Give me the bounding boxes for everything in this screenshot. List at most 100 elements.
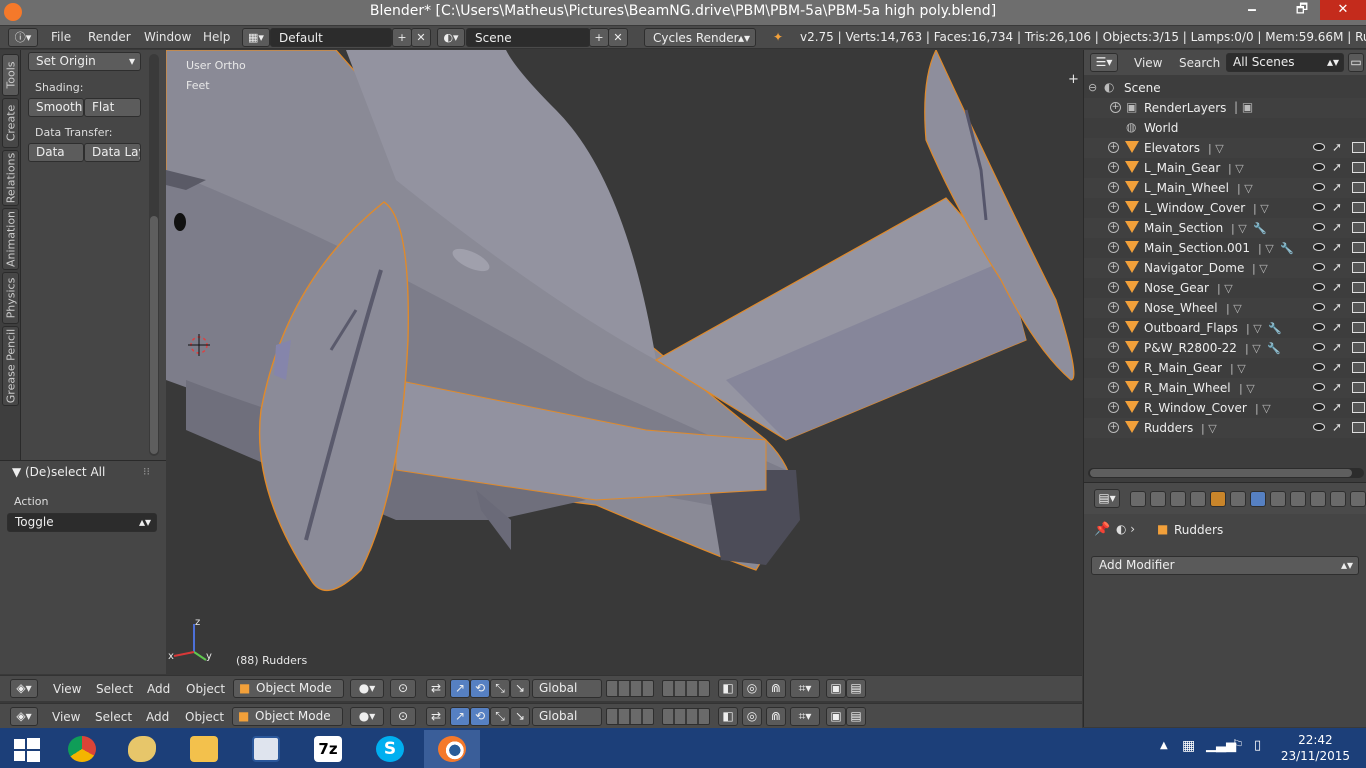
action-center-icon[interactable]: ▦ <box>1182 738 1195 754</box>
selectability-cursor-icon[interactable]: ➚ <box>1332 160 1342 174</box>
selectability-cursor-icon[interactable]: ➚ <box>1332 300 1342 314</box>
visibility-eye-icon[interactable] <box>1313 283 1325 291</box>
render-tab-icon[interactable] <box>1130 491 1146 507</box>
outliner-row-object[interactable]: + L_Main_Gear ➚ | ▽ <box>1084 158 1366 178</box>
orientation-select[interactable]: Global <box>532 679 602 698</box>
renderability-camera-icon[interactable] <box>1352 262 1365 273</box>
tab-physics[interactable]: Physics <box>2 272 19 324</box>
scene-field[interactable]: Scene <box>466 28 590 47</box>
renderability-camera-icon[interactable] <box>1352 402 1365 413</box>
taskbar-paint[interactable] <box>114 730 170 768</box>
smooth-button[interactable]: Smooth <box>28 98 84 117</box>
maximize-button[interactable]: 🗗 <box>1280 0 1324 20</box>
taskbar-7zip[interactable]: 7z <box>300 730 356 768</box>
layers-group-2[interactable] <box>662 680 710 697</box>
menu-view[interactable]: View <box>52 710 80 724</box>
visibility-eye-icon[interactable] <box>1313 403 1325 411</box>
selectability-cursor-icon[interactable]: ➚ <box>1332 360 1342 374</box>
scene-tab-icon[interactable] <box>1170 491 1186 507</box>
viewport-shading-select[interactable]: ●▾ <box>350 707 384 726</box>
editor-type-3d-icon[interactable]: ◈▾ <box>10 679 38 698</box>
search-field-icon[interactable]: ▭ <box>1348 53 1364 72</box>
tab-tools[interactable]: Tools <box>2 54 19 96</box>
texture-tab-icon[interactable] <box>1310 491 1326 507</box>
data-transfer-button[interactable]: Data <box>28 143 84 162</box>
outliner-row-object[interactable]: + Nose_Gear ➚ | ▽ <box>1084 278 1366 298</box>
renderability-camera-icon[interactable] <box>1352 422 1365 433</box>
scrollbar-thumb[interactable] <box>150 216 158 454</box>
renderability-camera-icon[interactable] <box>1352 142 1365 153</box>
screen-layout-field[interactable]: Default <box>270 28 392 47</box>
expand-icon[interactable]: + <box>1108 322 1119 333</box>
proportional-edit-icon[interactable]: ◎ <box>742 707 762 726</box>
menu-file[interactable]: File <box>51 30 71 44</box>
add-modifier-button[interactable]: Add Modifier ▴▾ <box>1091 556 1359 575</box>
minimize-button[interactable]: 🗕 <box>1230 0 1274 20</box>
outliner-row-object[interactable]: + L_Main_Wheel ➚ | ▽ <box>1084 178 1366 198</box>
mode-select[interactable]: ■ Object Mode <box>232 707 343 726</box>
start-button[interactable] <box>0 730 56 768</box>
renderability-camera-icon[interactable] <box>1352 282 1365 293</box>
outliner-row-object[interactable]: + L_Window_Cover ➚ | ▽ <box>1084 198 1366 218</box>
taskbar-blender[interactable] <box>424 730 480 768</box>
operator-panel-arrow-icon[interactable]: ▼ <box>12 465 21 479</box>
add-scene-icon[interactable]: + <box>589 28 609 47</box>
translate-manipulator-icon[interactable]: ↗ <box>450 707 470 726</box>
menu-window[interactable]: Window <box>144 30 191 44</box>
taskbar-chrome[interactable] <box>54 730 110 768</box>
menu-help[interactable]: Help <box>203 30 230 44</box>
outliner-row-object[interactable]: + Elevators ➚ | ▽ <box>1084 138 1366 158</box>
render-opengl-icon[interactable]: ▣ <box>826 679 846 698</box>
show-hidden-icons[interactable]: ▲ <box>1160 740 1168 751</box>
editor-type-info-icon[interactable]: ⓘ▾ <box>8 28 38 47</box>
outliner-h-scrollbar[interactable] <box>1088 468 1364 478</box>
visibility-eye-icon[interactable] <box>1313 323 1325 331</box>
display-mode-select[interactable]: All Scenes ▴▾ <box>1226 53 1344 72</box>
editor-type-outliner-icon[interactable]: ☰▾ <box>1090 53 1118 72</box>
render-opengl-icon[interactable]: ▣ <box>826 707 846 726</box>
menu-object[interactable]: Object <box>185 710 224 724</box>
expand-icon[interactable]: + <box>1108 182 1119 193</box>
visibility-eye-icon[interactable] <box>1313 183 1325 191</box>
visibility-eye-icon[interactable] <box>1313 203 1325 211</box>
outliner-row-object[interactable]: + Navigator_Dome ➚ | ▽ <box>1084 258 1366 278</box>
remove-screen-icon[interactable]: ✕ <box>411 28 431 47</box>
scrollbar-thumb[interactable] <box>1090 469 1352 477</box>
tool-shelf-scrollbar[interactable] <box>149 54 159 456</box>
selectability-cursor-icon[interactable]: ➚ <box>1332 420 1342 434</box>
renderability-camera-icon[interactable] <box>1352 162 1365 173</box>
menu-render[interactable]: Render <box>88 30 131 44</box>
outliner-row-scene[interactable]: ⊖ ◐ Scene <box>1084 78 1366 98</box>
flat-button[interactable]: Flat <box>84 98 141 117</box>
set-origin-button[interactable]: Set Origin ▾ <box>28 52 141 71</box>
render-animation-icon[interactable]: ▤ <box>846 707 866 726</box>
expand-icon[interactable]: + <box>1110 102 1121 113</box>
render-layers-tab-icon[interactable] <box>1150 491 1166 507</box>
expand-icon[interactable]: + <box>1108 422 1119 433</box>
menu-add[interactable]: Add <box>146 710 169 724</box>
outliner-row-object[interactable]: + Nose_Wheel ➚ | ▽ <box>1084 298 1366 318</box>
menu-view[interactable]: View <box>53 682 81 696</box>
rotate-manipulator-icon[interactable]: ⟲ <box>470 707 490 726</box>
expand-icon[interactable]: + <box>1108 142 1119 153</box>
menu-select[interactable]: Select <box>95 710 132 724</box>
menu-select[interactable]: Select <box>96 682 133 696</box>
scale-manipulator-icon[interactable]: ⤡ <box>490 679 510 698</box>
renderability-camera-icon[interactable] <box>1352 302 1365 313</box>
expand-icon[interactable]: + <box>1108 242 1119 253</box>
visibility-eye-icon[interactable] <box>1313 423 1325 431</box>
outliner-menu-search[interactable]: Search <box>1179 56 1220 70</box>
transform-manipulator-icon[interactable]: ↘ <box>510 679 530 698</box>
expand-icon[interactable]: + <box>1108 262 1119 273</box>
renderability-camera-icon[interactable] <box>1352 222 1365 233</box>
manipulator-toggle[interactable]: ⇄ <box>426 679 446 698</box>
selectability-cursor-icon[interactable]: ➚ <box>1332 320 1342 334</box>
selectability-cursor-icon[interactable]: ➚ <box>1332 200 1342 214</box>
outliner-row-world[interactable]: ◍ World <box>1084 118 1366 138</box>
outliner-row-object[interactable]: + Main_Section ➚ | ▽ 🔧 <box>1084 218 1366 238</box>
taskbar-skype[interactable]: S <box>362 730 418 768</box>
translate-manipulator-icon[interactable]: ↗ <box>450 679 470 698</box>
proportional-edit-icon[interactable]: ◎ <box>742 679 762 698</box>
object-tab-icon[interactable] <box>1210 491 1226 507</box>
render-engine-select[interactable]: Cycles Render ▴▾ <box>644 28 756 47</box>
